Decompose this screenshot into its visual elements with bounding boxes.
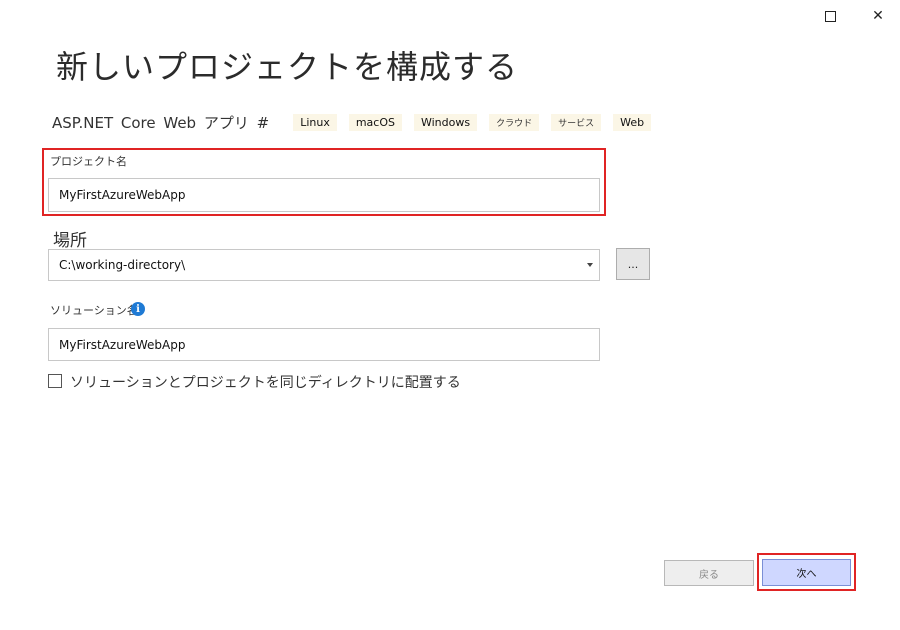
chevron-down-icon — [587, 263, 593, 267]
project-name-label: プロジェクト名 — [50, 155, 127, 168]
template-info: ASP.NET Core Web アプリ # Linux macOS Windo… — [52, 112, 663, 132]
browse-button[interactable]: ... — [616, 248, 650, 280]
back-button[interactable]: 戻る — [664, 560, 754, 586]
tag-linux: Linux — [293, 113, 337, 131]
same-directory-checkbox[interactable] — [48, 374, 62, 388]
tag-macos: macOS — [348, 113, 402, 131]
solution-name-input[interactable]: MyFirstAzureWebApp — [48, 328, 600, 361]
info-icon[interactable]: i — [131, 302, 145, 316]
same-directory-label[interactable]: ソリューションとプロジェクトを同じディレクトリに配置する — [70, 372, 461, 392]
close-icon: ✕ — [872, 8, 884, 24]
next-button[interactable]: 次へ — [762, 559, 851, 586]
tag-service: サービス — [551, 113, 602, 131]
project-name-input[interactable]: MyFirstAzureWebApp — [48, 178, 600, 212]
template-name: ASP.NET Core Web アプリ # — [52, 113, 270, 132]
solution-name-value: MyFirstAzureWebApp — [59, 337, 186, 352]
project-name-value: MyFirstAzureWebApp — [59, 188, 186, 202]
maximize-button[interactable] — [822, 8, 838, 24]
maximize-icon — [824, 10, 836, 22]
location-label: 場所 — [53, 231, 87, 251]
close-button[interactable]: ✕ — [870, 8, 886, 24]
solution-name-label: ソリューション名 — [50, 304, 138, 317]
tag-web: Web — [613, 113, 652, 131]
location-value: C:\working-directory\ — [59, 258, 186, 272]
tag-windows: Windows — [413, 113, 478, 131]
location-select[interactable]: C:\working-directory\ — [48, 249, 600, 281]
page-title: 新しいプロジェクトを構成する — [56, 48, 519, 86]
tag-cloud: クラウド — [489, 113, 540, 131]
